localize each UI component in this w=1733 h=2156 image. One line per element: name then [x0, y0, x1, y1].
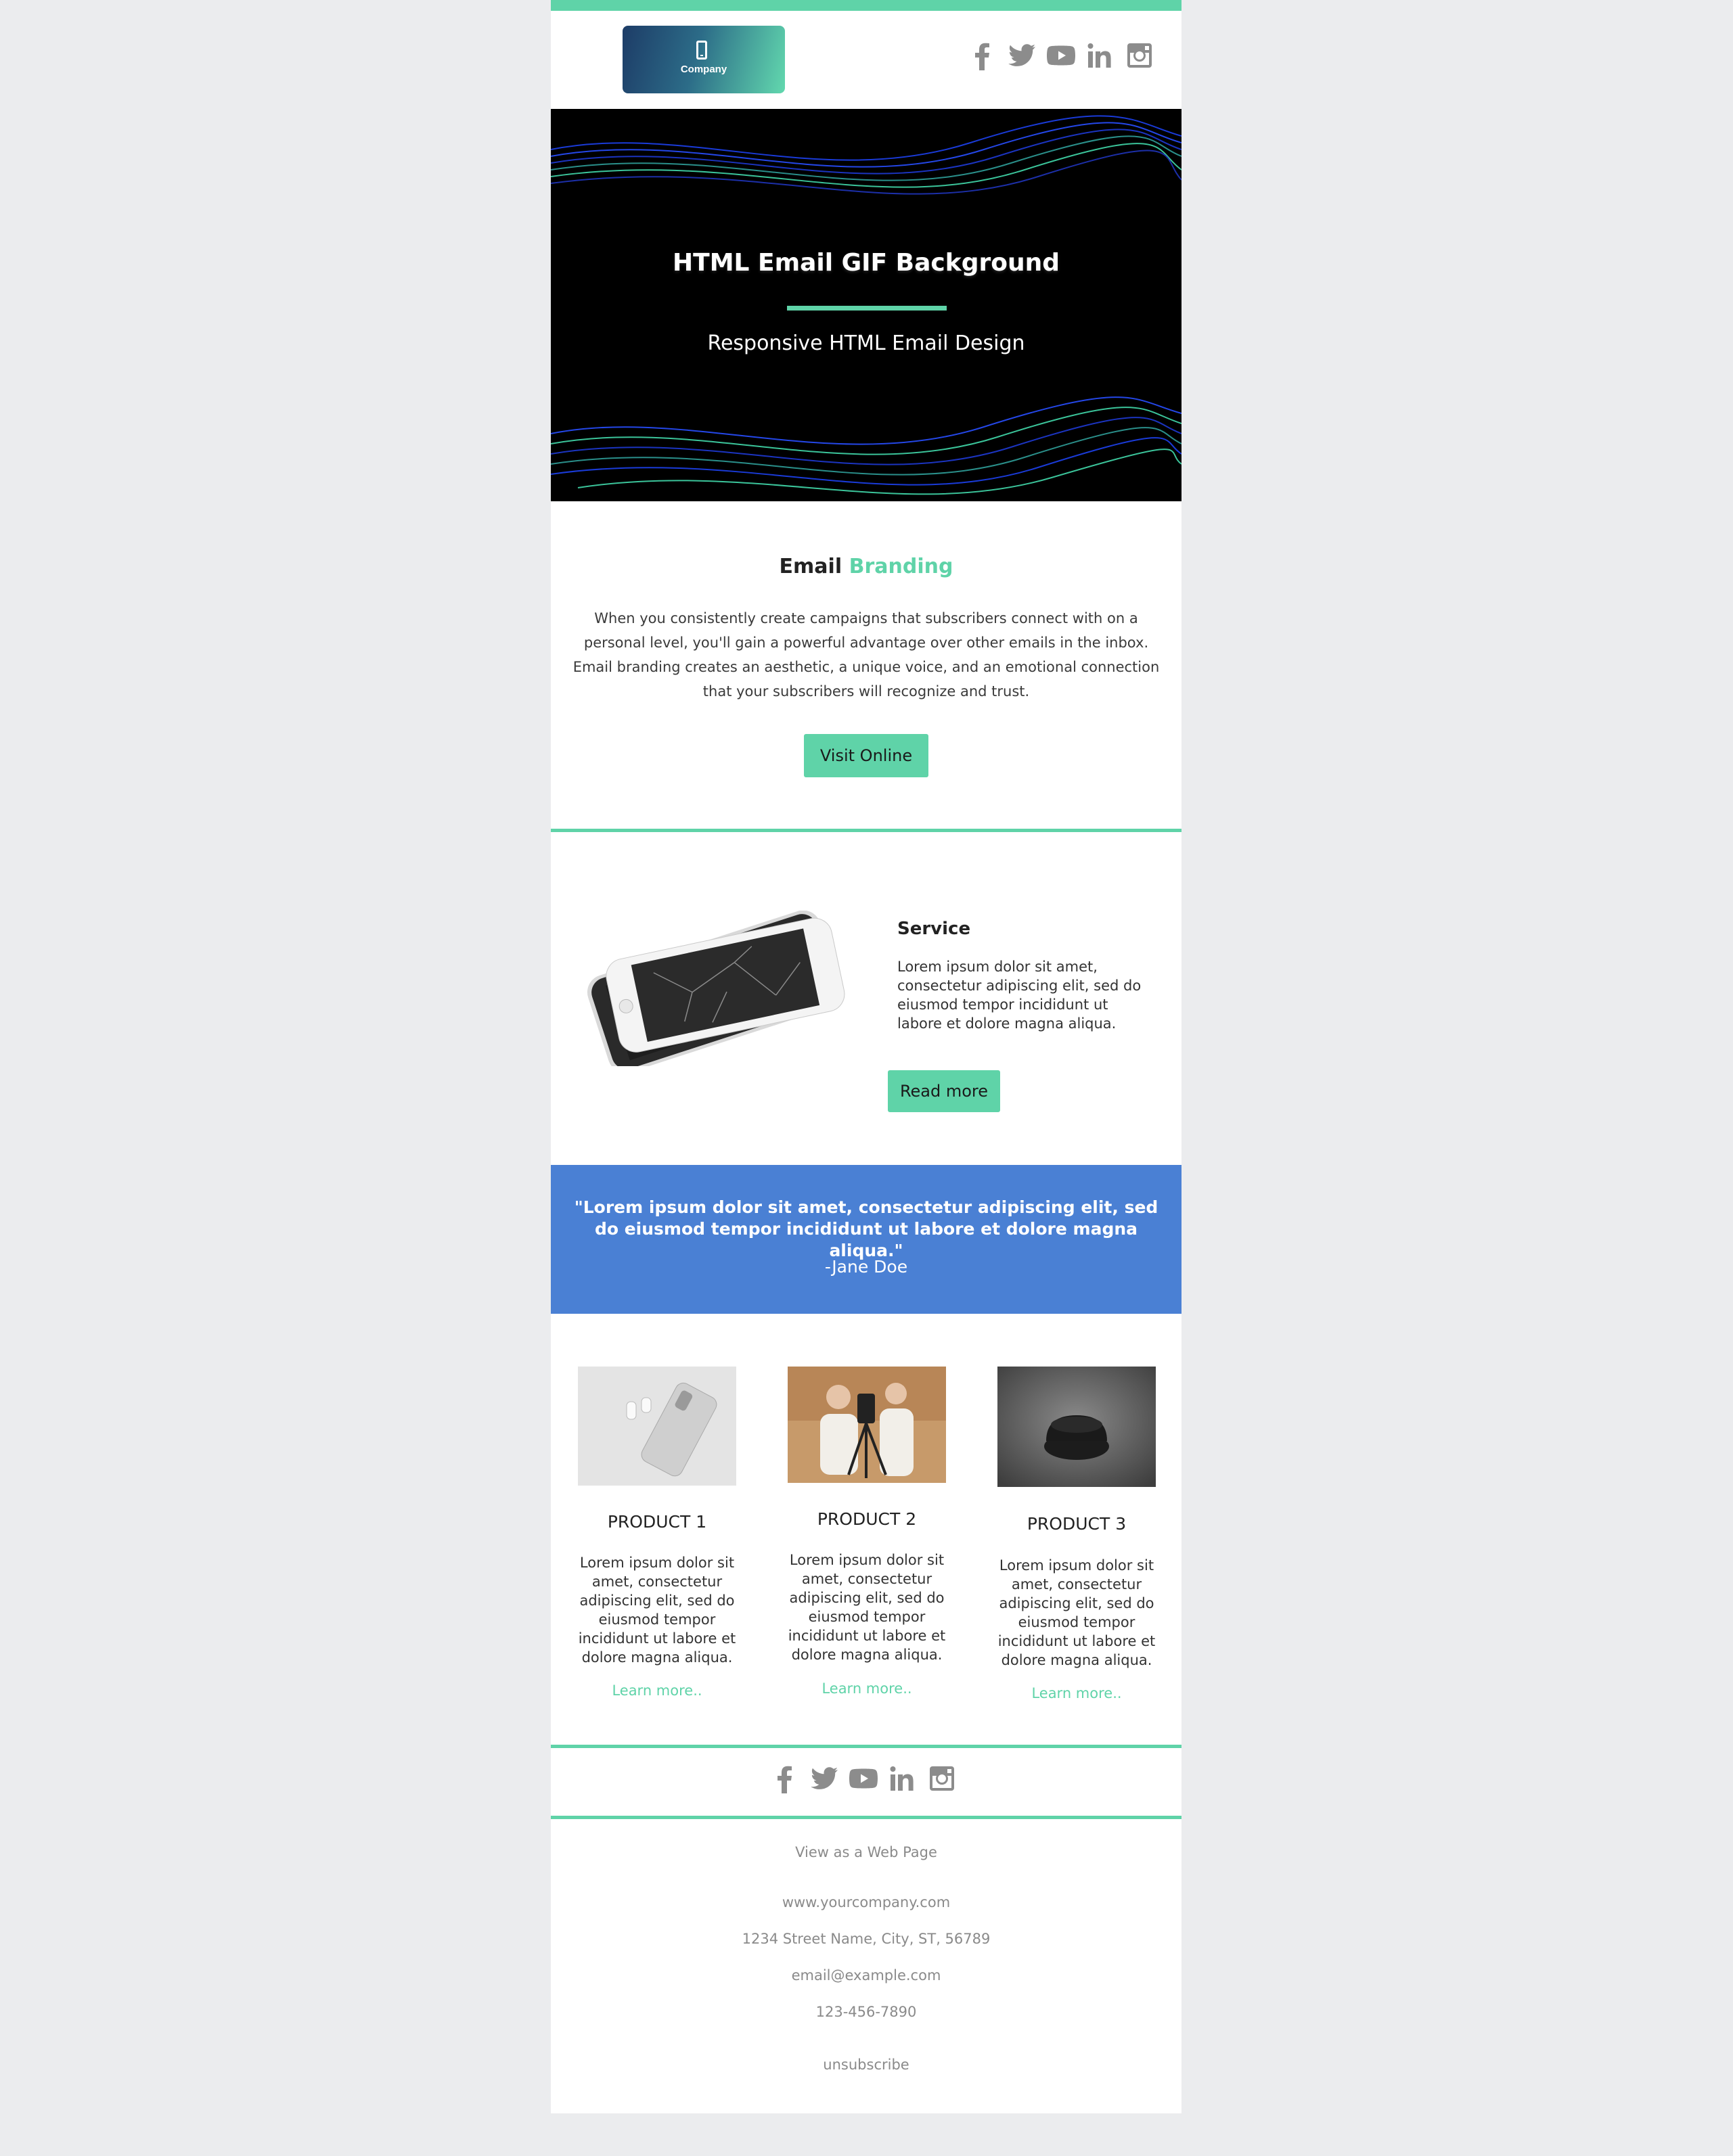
testimonial-quote: "Lorem ipsum dolor sit amet, consectetur…	[574, 1197, 1158, 1260]
hero-subtitle: Responsive HTML Email Design	[707, 331, 1025, 355]
instagram-icon[interactable]	[926, 1762, 958, 1795]
email-container: Company HTML Email GIF Background Respon…	[551, 0, 1181, 2113]
top-accent-bar	[551, 0, 1181, 11]
branding-title-main: Email	[779, 555, 842, 578]
phone-icon	[696, 41, 707, 60]
hero-banner	[551, 109, 1181, 501]
linkedin-icon[interactable]	[886, 1762, 919, 1795]
hero-title: HTML Email GIF Background	[673, 249, 1060, 277]
hero-wave-graphic	[551, 115, 1181, 495]
youtube-icon[interactable]	[847, 1762, 880, 1795]
facebook-icon[interactable]	[769, 1762, 801, 1795]
footer-social-links	[769, 1762, 958, 1795]
youtube-icon[interactable]	[1045, 39, 1077, 72]
branding-title-accent: Branding	[849, 555, 953, 578]
service-body: Lorem ipsum dolor sit amet, consectetur …	[897, 959, 1142, 1032]
company-logo[interactable]: Company	[623, 26, 785, 93]
company-address: 1234 Street Name, City, ST, 56789	[742, 1931, 991, 1947]
product-2-title: PRODUCT 2	[817, 1509, 917, 1529]
twitter-icon[interactable]	[1006, 39, 1038, 72]
unsubscribe-link[interactable]: unsubscribe	[551, 2057, 1181, 2073]
testimonial-author: -Jane Doe	[824, 1257, 908, 1277]
product-2-image	[788, 1367, 946, 1483]
service-image-broken-phone	[571, 910, 855, 1073]
facebook-icon[interactable]	[966, 39, 999, 72]
product-3-image	[997, 1367, 1156, 1487]
twitter-icon[interactable]	[808, 1762, 840, 1795]
footer-divider-top	[551, 1745, 1181, 1748]
website-link[interactable]: www.yourcompany.com	[551, 1894, 1181, 1910]
logo-text: Company	[680, 64, 727, 75]
contact-email[interactable]: email@example.com	[551, 1967, 1181, 1983]
product-3-learn-more-link[interactable]: Learn more..	[984, 1685, 1169, 1701]
product-1-learn-more-link[interactable]: Learn more..	[564, 1682, 750, 1699]
linkedin-icon[interactable]	[1084, 39, 1117, 72]
product-3-body: Lorem ipsum dolor sit amet, consectetur …	[997, 1557, 1156, 1668]
footer-divider-bottom	[551, 1816, 1181, 1819]
header-social-links	[966, 39, 1156, 72]
product-1-image	[578, 1367, 736, 1486]
section-divider	[551, 829, 1181, 832]
view-web-page-link[interactable]: View as a Web Page	[551, 1844, 1181, 1860]
product-3-title: PRODUCT 3	[1027, 1514, 1127, 1534]
branding-title: Email Branding	[551, 555, 1181, 578]
product-2-learn-more-link[interactable]: Learn more..	[774, 1680, 960, 1697]
hero-divider	[787, 306, 947, 311]
testimonial-block: "Lorem ipsum dolor sit amet, consectetur…	[551, 1165, 1181, 1314]
instagram-icon[interactable]	[1123, 39, 1156, 72]
branding-body: When you consistently create campaigns t…	[572, 610, 1160, 699]
product-2-body: Lorem ipsum dolor sit amet, consectetur …	[788, 1552, 946, 1663]
read-more-button[interactable]: Read more	[888, 1070, 1000, 1112]
contact-phone: 123-456-7890	[815, 2004, 917, 2020]
visit-online-button[interactable]: Visit Online	[804, 734, 928, 777]
product-1-body: Lorem ipsum dolor sit amet, consectetur …	[578, 1555, 736, 1666]
service-title: Service	[897, 919, 971, 939]
product-1-title: PRODUCT 1	[607, 1512, 707, 1532]
